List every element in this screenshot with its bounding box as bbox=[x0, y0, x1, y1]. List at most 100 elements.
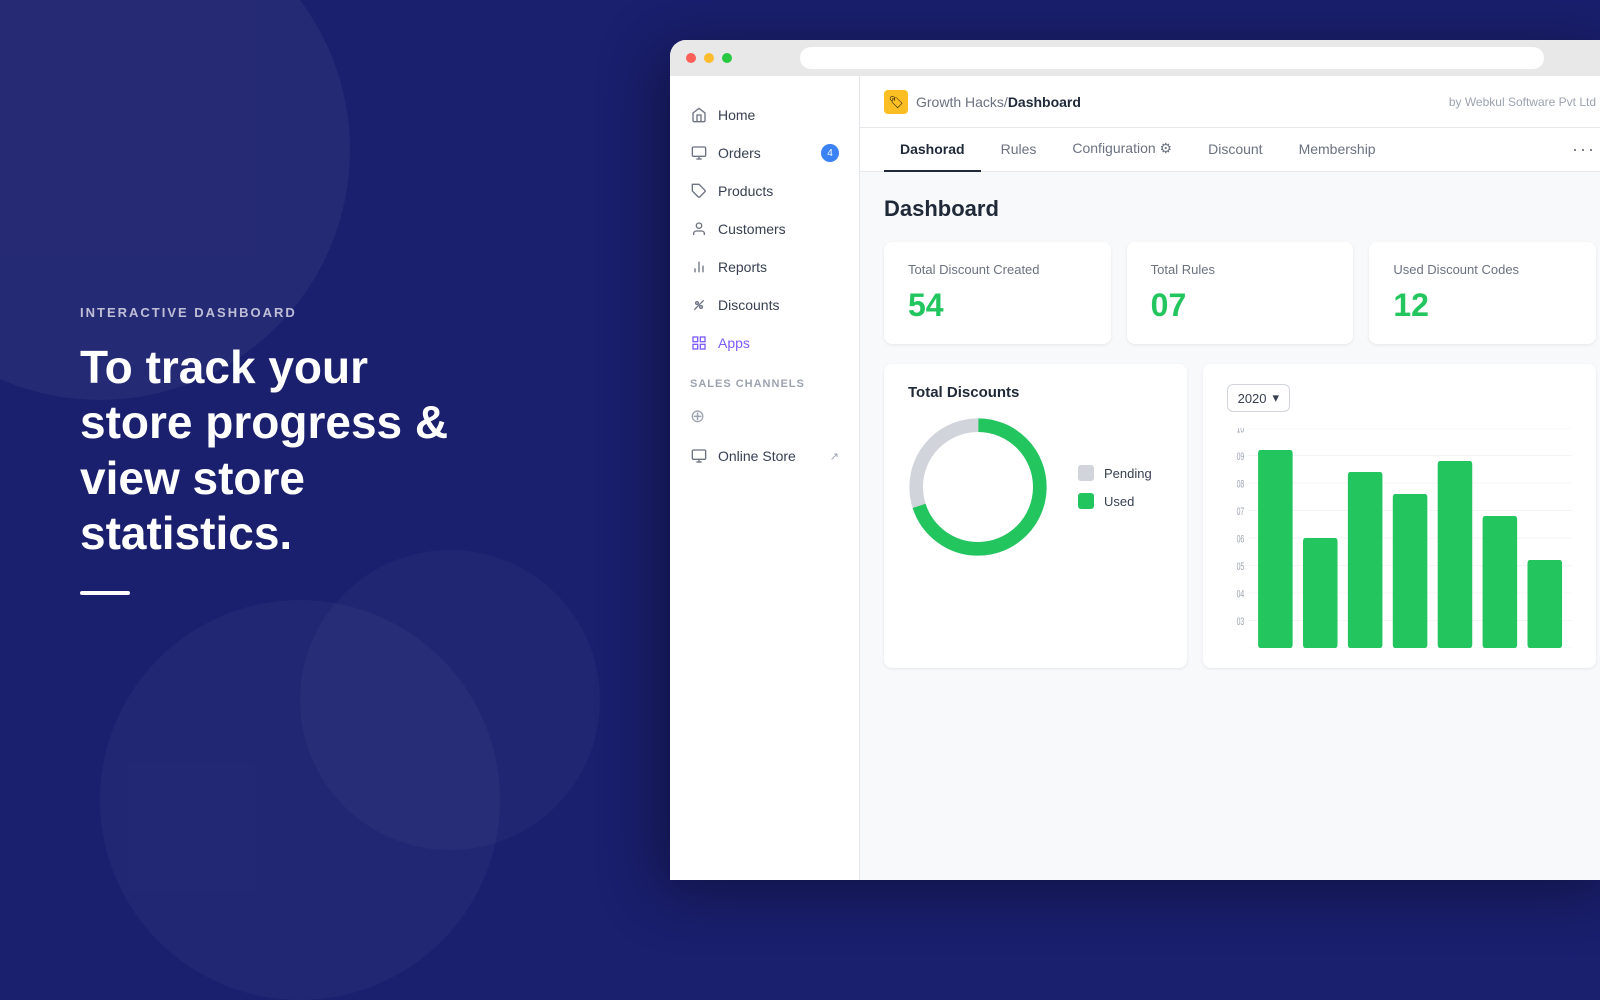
main-area: 🏷 Growth Hacks/Dashboard by Webkul Softw… bbox=[860, 76, 1600, 880]
stat-card-used-codes: Used Discount Codes 12 bbox=[1369, 242, 1596, 344]
bar-7 bbox=[1527, 560, 1562, 648]
donut-chart bbox=[908, 417, 1048, 557]
browser-bar bbox=[670, 40, 1600, 76]
legend-label-pending: Pending bbox=[1104, 466, 1152, 481]
sidebar-item-customers-label: Customers bbox=[718, 221, 786, 237]
orders-badge: 4 bbox=[821, 144, 839, 162]
bar-chart-container: 10 09 08 07 06 05 04 03 bbox=[1227, 428, 1572, 648]
customers-icon bbox=[690, 220, 708, 238]
app-content: Home Orders 4 Products Customers bbox=[670, 76, 1600, 880]
donut-chart-area: Pending Used bbox=[908, 417, 1163, 557]
breadcrumb-current: Dashboard bbox=[1008, 94, 1081, 110]
sidebar: Home Orders 4 Products Customers bbox=[670, 76, 860, 880]
tab-discount[interactable]: Discount bbox=[1192, 128, 1278, 172]
bottom-row: Total Discounts bbox=[884, 364, 1596, 668]
bar-card: 2020 ▾ bbox=[1203, 364, 1596, 668]
browser-window: Home Orders 4 Products Customers bbox=[670, 40, 1600, 880]
sidebar-item-reports[interactable]: Reports bbox=[670, 248, 859, 286]
browser-close-dot[interactable] bbox=[686, 53, 696, 63]
sidebar-item-home-label: Home bbox=[718, 107, 755, 123]
bar-3 bbox=[1347, 472, 1382, 648]
svg-text:03: 03 bbox=[1236, 615, 1244, 627]
home-icon bbox=[690, 106, 708, 124]
sidebar-item-orders-label: Orders bbox=[718, 145, 761, 161]
sidebar-item-customers[interactable]: Customers bbox=[670, 210, 859, 248]
svg-text:07: 07 bbox=[1236, 505, 1244, 517]
svg-text:06: 06 bbox=[1236, 533, 1244, 545]
legend-label-used: Used bbox=[1104, 494, 1134, 509]
stat-card-total-rules: Total Rules 07 bbox=[1127, 242, 1354, 344]
stats-row: Total Discount Created 54 Total Rules 07… bbox=[884, 242, 1596, 344]
app-icon: 🏷 bbox=[884, 90, 908, 114]
sidebar-item-online-store-label: Online Store bbox=[718, 448, 796, 464]
left-panel-headline: To track your store progress & view stor… bbox=[80, 340, 460, 561]
tab-configuration[interactable]: Configuration ⚙ bbox=[1056, 128, 1188, 172]
chevron-down-icon: ▾ bbox=[1273, 390, 1280, 406]
donut-card-title: Total Discounts bbox=[908, 384, 1163, 401]
selected-year: 2020 bbox=[1238, 391, 1267, 406]
discounts-icon bbox=[690, 296, 708, 314]
reports-icon bbox=[690, 258, 708, 276]
sidebar-item-discounts[interactable]: Discounts bbox=[670, 286, 859, 324]
apps-icon bbox=[690, 334, 708, 352]
tab-dashboard[interactable]: Dashorad bbox=[884, 128, 981, 172]
sidebar-item-apps-label: Apps bbox=[718, 335, 750, 351]
svg-text:08: 08 bbox=[1236, 478, 1244, 490]
legend-dot-pending bbox=[1078, 465, 1094, 481]
stat-value-total-discount: 54 bbox=[908, 287, 1087, 324]
sidebar-item-discounts-label: Discounts bbox=[718, 297, 779, 313]
left-panel: INTERACTIVE DASHBOARD To track your stor… bbox=[0, 0, 540, 900]
chart-legend: Pending Used bbox=[1078, 465, 1152, 509]
external-link-icon: ↗ bbox=[830, 450, 839, 463]
breadcrumb-app: Growth Hacks bbox=[916, 94, 1004, 110]
bar-2 bbox=[1303, 538, 1338, 648]
browser-minimize-dot[interactable] bbox=[704, 53, 714, 63]
sidebar-item-orders[interactable]: Orders 4 bbox=[670, 134, 859, 172]
bar-1 bbox=[1258, 450, 1293, 648]
sidebar-item-home[interactable]: Home bbox=[670, 96, 859, 134]
browser-url-bar[interactable] bbox=[800, 47, 1544, 69]
svg-text:05: 05 bbox=[1236, 560, 1244, 572]
stat-card-total-discount: Total Discount Created 54 bbox=[884, 242, 1111, 344]
stat-label-total-rules: Total Rules bbox=[1151, 262, 1330, 277]
sidebar-item-online-store[interactable]: Online Store ↗ bbox=[670, 437, 859, 475]
donut-card: Total Discounts bbox=[884, 364, 1187, 668]
products-icon bbox=[690, 182, 708, 200]
by-label: by Webkul Software Pvt Ltd bbox=[1449, 95, 1596, 109]
stat-label-total-discount: Total Discount Created bbox=[908, 262, 1087, 277]
sidebar-add-channel[interactable]: ⊕ bbox=[670, 396, 859, 437]
topbar-left: 🏷 Growth Hacks/Dashboard bbox=[884, 90, 1081, 114]
tab-rules[interactable]: Rules bbox=[985, 128, 1053, 172]
left-panel-subtitle: INTERACTIVE DASHBOARD bbox=[80, 305, 460, 320]
stat-value-used-codes: 12 bbox=[1393, 287, 1572, 324]
bar-4 bbox=[1392, 494, 1427, 648]
sidebar-item-products-label: Products bbox=[718, 183, 773, 199]
bar-6 bbox=[1482, 516, 1517, 648]
svg-text:09: 09 bbox=[1236, 450, 1244, 462]
more-options-button[interactable]: ··· bbox=[1572, 139, 1596, 160]
browser-maximize-dot[interactable] bbox=[722, 53, 732, 63]
legend-item-pending: Pending bbox=[1078, 465, 1152, 481]
page-title: Dashboard bbox=[884, 196, 1596, 222]
svg-text:04: 04 bbox=[1236, 588, 1244, 600]
online-store-icon bbox=[690, 447, 708, 465]
breadcrumb: Growth Hacks/Dashboard bbox=[916, 94, 1081, 110]
stat-value-total-rules: 07 bbox=[1151, 287, 1330, 324]
orders-icon bbox=[690, 144, 708, 162]
nav-tabs: Dashorad Rules Configuration ⚙ Discount … bbox=[860, 128, 1600, 172]
left-panel-divider bbox=[80, 591, 130, 595]
dashboard-content: Dashboard Total Discount Created 54 Tota… bbox=[860, 172, 1600, 880]
topbar: 🏷 Growth Hacks/Dashboard by Webkul Softw… bbox=[860, 76, 1600, 128]
sidebar-item-reports-label: Reports bbox=[718, 259, 767, 275]
stat-label-used-codes: Used Discount Codes bbox=[1393, 262, 1572, 277]
bar-5 bbox=[1437, 461, 1472, 648]
bar-chart-svg: 10 09 08 07 06 05 04 03 bbox=[1227, 428, 1572, 648]
year-select[interactable]: 2020 ▾ bbox=[1227, 384, 1290, 412]
sales-channels-section-title: SALES CHANNELS bbox=[670, 362, 859, 396]
legend-item-used: Used bbox=[1078, 493, 1152, 509]
sidebar-item-apps[interactable]: Apps bbox=[670, 324, 859, 362]
tab-membership[interactable]: Membership bbox=[1283, 128, 1392, 172]
sidebar-item-products[interactable]: Products bbox=[670, 172, 859, 210]
svg-text:10: 10 bbox=[1236, 428, 1244, 435]
bar-card-top: 2020 ▾ bbox=[1227, 384, 1572, 412]
